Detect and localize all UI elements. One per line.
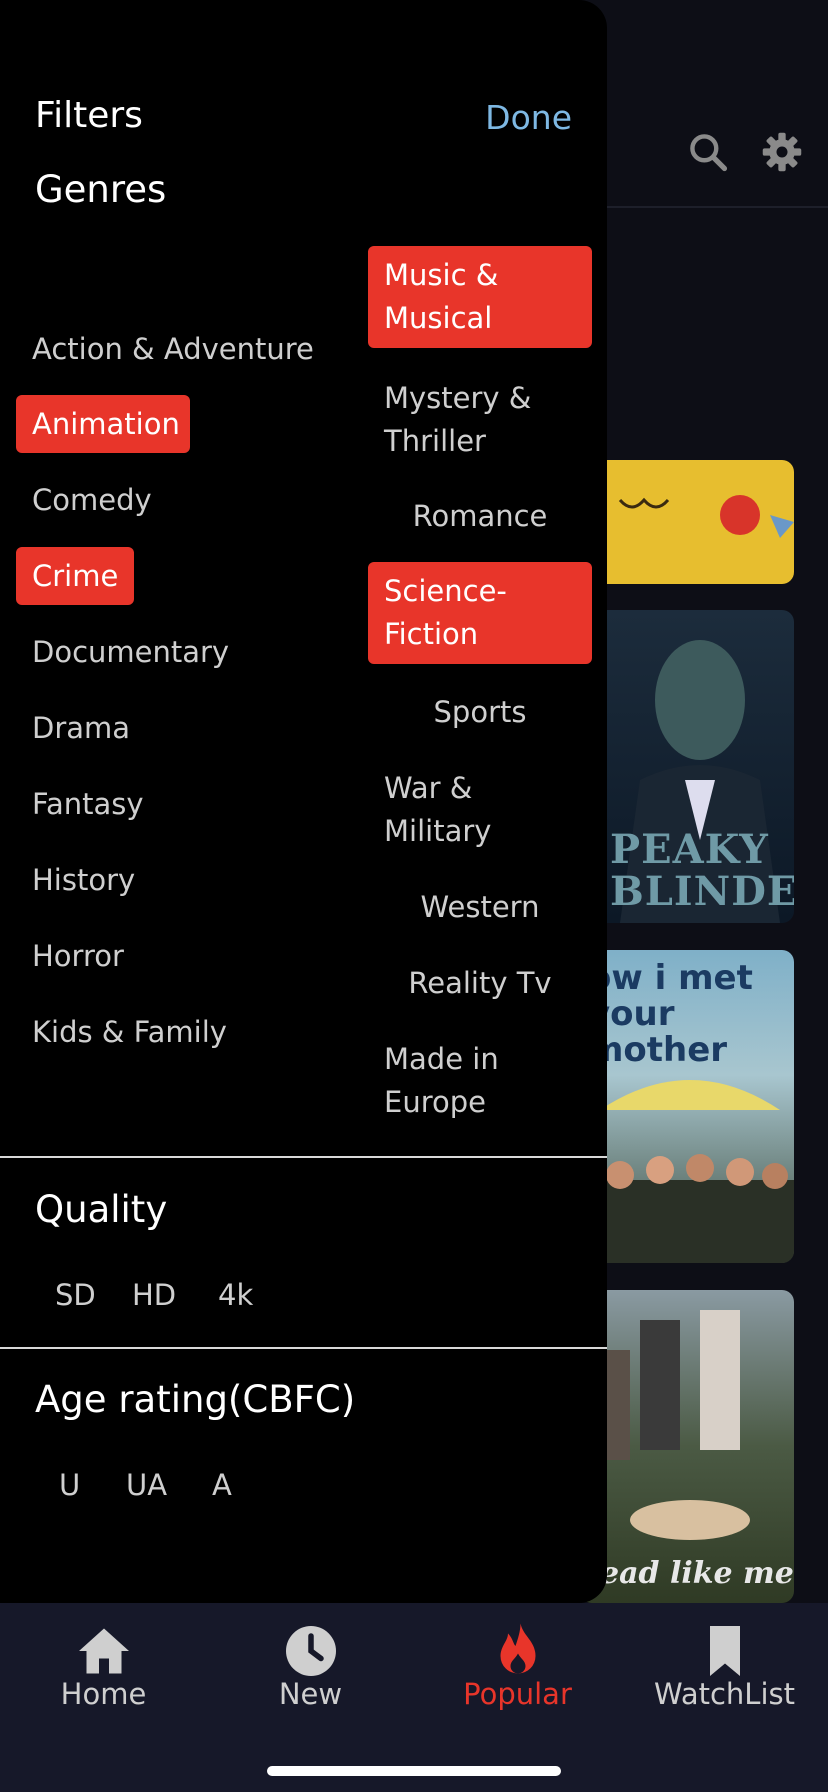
poster-title: ow i met your mother (588, 958, 753, 1070)
genre-chip-documentary[interactable]: Documentary (16, 631, 245, 674)
nav-item-popular[interactable]: Popular (414, 1603, 621, 1733)
search-icon[interactable] (686, 130, 730, 174)
nav-item-home[interactable]: Home (0, 1603, 207, 1733)
gear-icon[interactable] (760, 130, 804, 174)
genre-chip-science-fiction[interactable]: Science-Fiction (368, 562, 592, 664)
done-button[interactable]: Done (485, 98, 572, 137)
nav-item-new[interactable]: New (207, 1603, 414, 1733)
genre-chip-animation[interactable]: Animation (16, 395, 190, 453)
quality-option-hd[interactable]: HD (132, 1278, 176, 1312)
genre-chip-romance[interactable]: Romance (368, 495, 592, 538)
genre-chip-western[interactable]: Western (368, 886, 592, 929)
header-divider (600, 206, 828, 208)
genre-chip-horror[interactable]: Horror (16, 935, 140, 978)
pikachu-art (618, 495, 794, 538)
genre-chip-drama[interactable]: Drama (16, 707, 146, 750)
bookmark-icon (709, 1626, 740, 1676)
nav-label: WatchList (654, 1677, 795, 1711)
genre-chip-history[interactable]: History (16, 859, 151, 902)
genre-chip-sports[interactable]: Sports (368, 691, 592, 734)
poster-how-i-met-your-mother[interactable]: ow i met your mother (580, 950, 794, 1263)
genre-chip-music-musical[interactable]: Music & Musical (368, 246, 592, 348)
genres-title: Genres (35, 168, 167, 211)
poster-pikachu[interactable] (580, 460, 794, 584)
nav-label: New (278, 1677, 343, 1711)
quality-option-sd[interactable]: SD (55, 1278, 96, 1312)
clock-icon (285, 1626, 336, 1676)
nav-label: Popular (463, 1677, 572, 1711)
genre-chip-mystery-thriller[interactable]: Mystery & Thriller (368, 377, 592, 463)
quality-option-4k[interactable]: 4k (218, 1278, 253, 1312)
bottom-nav: Home New Popular WatchList (0, 1603, 828, 1792)
section-divider (0, 1347, 607, 1349)
filters-drawer: Filters Done Genres Action & Adventure A… (0, 0, 607, 1603)
section-divider (0, 1156, 607, 1158)
genre-chip-kids-family[interactable]: Kids & Family (16, 1011, 243, 1054)
age-rating-title: Age rating(CBFC) (35, 1378, 356, 1421)
genre-chip-war-military[interactable]: War & Military (368, 767, 592, 853)
genre-chip-comedy[interactable]: Comedy (16, 479, 168, 522)
poster-dead-like-me[interactable]: ead like me (580, 1290, 794, 1603)
poster-title: ead like me (600, 1556, 794, 1591)
age-option-a[interactable]: A (212, 1468, 232, 1502)
nav-label: Home (60, 1677, 147, 1711)
home-icon (78, 1628, 129, 1674)
genre-chip-made-in-europe[interactable]: Made in Europe (368, 1038, 592, 1124)
home-indicator (267, 1766, 561, 1776)
genre-chip-reality-tv[interactable]: Reality Tv (368, 962, 592, 1005)
genre-chip-fantasy[interactable]: Fantasy (16, 783, 160, 826)
poster-title: PEAKY BLINDERS (610, 826, 794, 915)
quality-title: Quality (35, 1188, 168, 1231)
nav-item-watchlist[interactable]: WatchList (621, 1603, 828, 1733)
genre-chip-action-adventure[interactable]: Action & Adventure (16, 328, 330, 371)
drawer-title: Filters (35, 95, 143, 136)
poster-peaky-blinders[interactable]: PEAKY BLINDERS (580, 610, 794, 923)
age-option-u[interactable]: U (59, 1468, 80, 1502)
age-option-ua[interactable]: UA (126, 1468, 167, 1502)
flame-icon (500, 1623, 535, 1674)
genre-chip-crime[interactable]: Crime (16, 547, 134, 605)
